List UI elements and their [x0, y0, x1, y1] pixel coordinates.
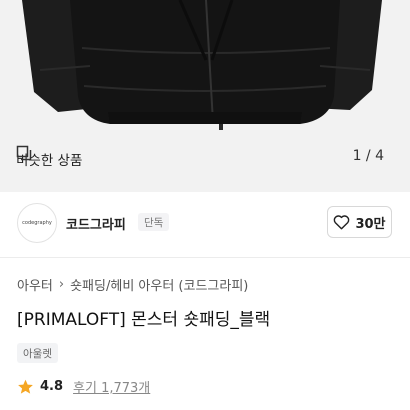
similar-items-button[interactable]: 비슷한 상품 [16, 145, 82, 173]
rating-score: 4.8 [40, 379, 64, 394]
breadcrumb-separator: › [58, 277, 65, 292]
section-divider [0, 257, 410, 258]
rating-row: 4.8 후기 1,773개 [17, 377, 150, 396]
brand-row: codegraphy 코드그라피 단독 30만 [0, 196, 410, 254]
brand-logo[interactable]: codegraphy [17, 203, 57, 243]
star-icon [18, 379, 33, 394]
reviews-link[interactable]: 후기 1,773개 [73, 377, 150, 396]
brand-name-link[interactable]: 코드그라피 [66, 214, 126, 233]
breadcrumb: 아우터 › 숏패딩/헤비 아우터 (코드그라피) [17, 275, 248, 294]
outlet-tag: 아울렛 [17, 343, 58, 363]
brand-logo-text: codegraphy [22, 220, 52, 226]
exclusive-badge: 단독 [138, 213, 170, 231]
product-image-gallery[interactable]: 비슷한 상품 1 / 4 [0, 0, 410, 192]
product-title: [PRIMALOFT] 몬스터 숏패딩_블랙 [17, 310, 271, 330]
like-button[interactable]: 30만 [327, 206, 392, 238]
breadcrumb-item-outer[interactable]: 아우터 [17, 275, 53, 294]
image-page-indicator: 1 / 4 [352, 148, 384, 164]
breadcrumb-item-short-padding[interactable]: 숏패딩/헤비 아우터 (코드그라피) [70, 275, 248, 294]
similar-items-icon [16, 145, 32, 161]
like-count: 30만 [355, 216, 386, 232]
heart-icon [334, 215, 350, 230]
